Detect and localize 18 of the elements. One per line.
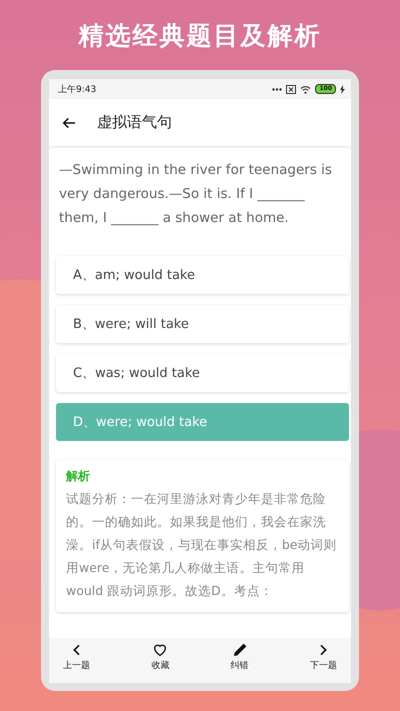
wifi-icon <box>300 84 312 94</box>
status-time: 上午9:43 <box>58 84 96 96</box>
answer-option[interactable]: A、am; would take <box>56 256 349 294</box>
nav-button[interactable]: 上一题 <box>61 638 92 683</box>
no-sim-icon <box>286 84 296 94</box>
pencil-icon <box>232 642 248 658</box>
nav-button[interactable]: 下一题 <box>308 638 339 683</box>
nav-button[interactable]: 纠错 <box>228 638 251 683</box>
answer-option[interactable]: C、was; would take <box>56 354 349 392</box>
analysis-title: 解析 <box>66 468 91 485</box>
answer-option[interactable]: B、were; will take <box>56 305 349 343</box>
more-dots-icon <box>272 88 282 90</box>
nav-button[interactable]: 收藏 <box>149 638 172 683</box>
heart-icon <box>152 642 168 658</box>
screen-title: 虚拟语气句 <box>97 113 172 132</box>
headline: 精选经典题目及解析 <box>78 20 322 52</box>
question-text: —Swimming in the river for teenagers is very dangerous.—So it is. If I _______ them, I _______ a shower at home. <box>59 161 333 228</box>
analysis-text: 试题分析：一在河里游泳对青少年是非常危险的。一的确如此。如果我是他们，我会在家洗澡。if从句表假设，与现在事实相反，be动词则用were，无论第几人称做主语。主句常用would 跟动词原形。故选D。考点： <box>66 490 338 600</box>
